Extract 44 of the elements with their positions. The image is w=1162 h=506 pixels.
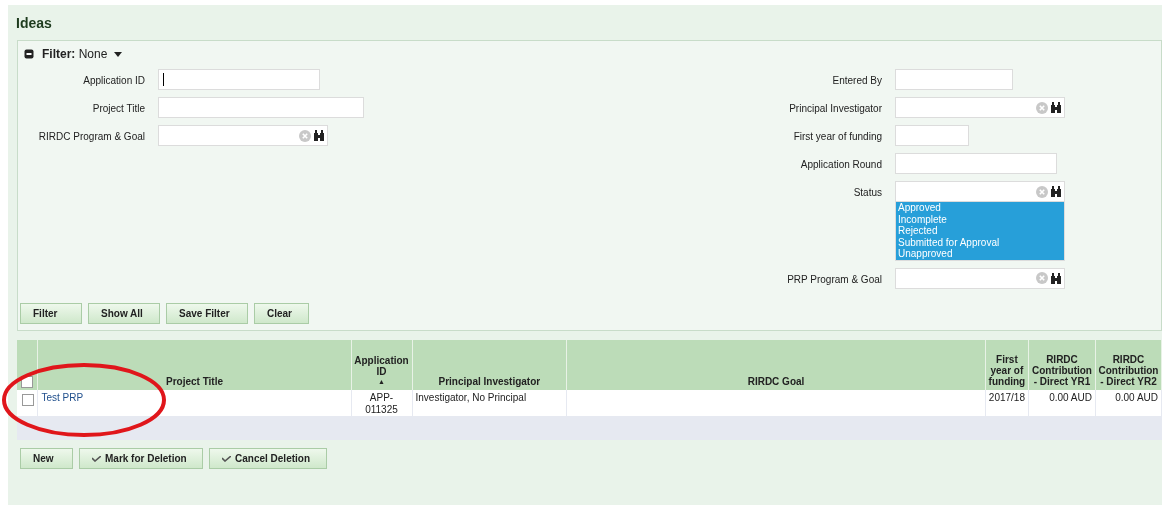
- clear-icon: [1036, 101, 1048, 114]
- field-label: Application ID: [82, 74, 146, 88]
- field-label: PRP Program & Goal: [786, 272, 883, 287]
- dropdown-caret-icon: [114, 51, 123, 57]
- table-cell: 0.00 AUD: [1115, 392, 1158, 403]
- input-field[interactable]: [895, 97, 1065, 118]
- field-label: RIRDC Program & Goal: [37, 130, 146, 144]
- table-cell: 0.00 AUD: [1049, 392, 1092, 403]
- field-label: Entered By: [831, 74, 883, 88]
- page-title: Ideas: [15, 14, 53, 33]
- field-label: Application Round: [799, 158, 883, 172]
- table-cell: Investigator, No Principal: [415, 392, 527, 403]
- input-field[interactable]: [895, 125, 969, 146]
- input-field[interactable]: [895, 153, 1057, 174]
- input-field[interactable]: [895, 181, 1065, 202]
- project-link[interactable]: Test PRP: [41, 392, 84, 403]
- clear-icon: [1036, 272, 1048, 284]
- checkbox[interactable]: [22, 394, 34, 406]
- binoculars-icon: [1051, 186, 1061, 197]
- input-field[interactable]: [895, 69, 1013, 90]
- field-label: Status: [852, 186, 883, 200]
- button[interactable]: Cancel Deletion: [209, 448, 327, 469]
- button[interactable]: Filter: [20, 303, 82, 324]
- input-field[interactable]: [158, 69, 320, 90]
- column-header[interactable]: Application ID: [352, 355, 411, 377]
- input-field[interactable]: [895, 267, 1065, 289]
- clear-icon: [299, 129, 311, 142]
- binoculars-icon: [1051, 102, 1061, 113]
- table-cell-text: APP-011325: [364, 392, 399, 416]
- field-label: First year of funding: [792, 130, 883, 144]
- button[interactable]: Save Filter: [166, 303, 248, 324]
- field-label: Project Title: [91, 102, 146, 116]
- input-field[interactable]: [158, 125, 328, 146]
- field-label: Principal Investigator: [788, 102, 883, 116]
- binoculars-icon: [1051, 272, 1061, 284]
- table-cell: 2017/18: [988, 392, 1025, 403]
- button[interactable]: New: [20, 448, 73, 469]
- button[interactable]: Show All: [88, 303, 160, 324]
- binoculars-icon: [314, 130, 324, 141]
- button[interactable]: Mark for Deletion: [79, 448, 203, 469]
- input-field[interactable]: [158, 97, 364, 118]
- button[interactable]: Clear: [254, 303, 309, 324]
- clear-icon: [1036, 185, 1048, 198]
- filter-label[interactable]: Filter: None: [42, 45, 108, 63]
